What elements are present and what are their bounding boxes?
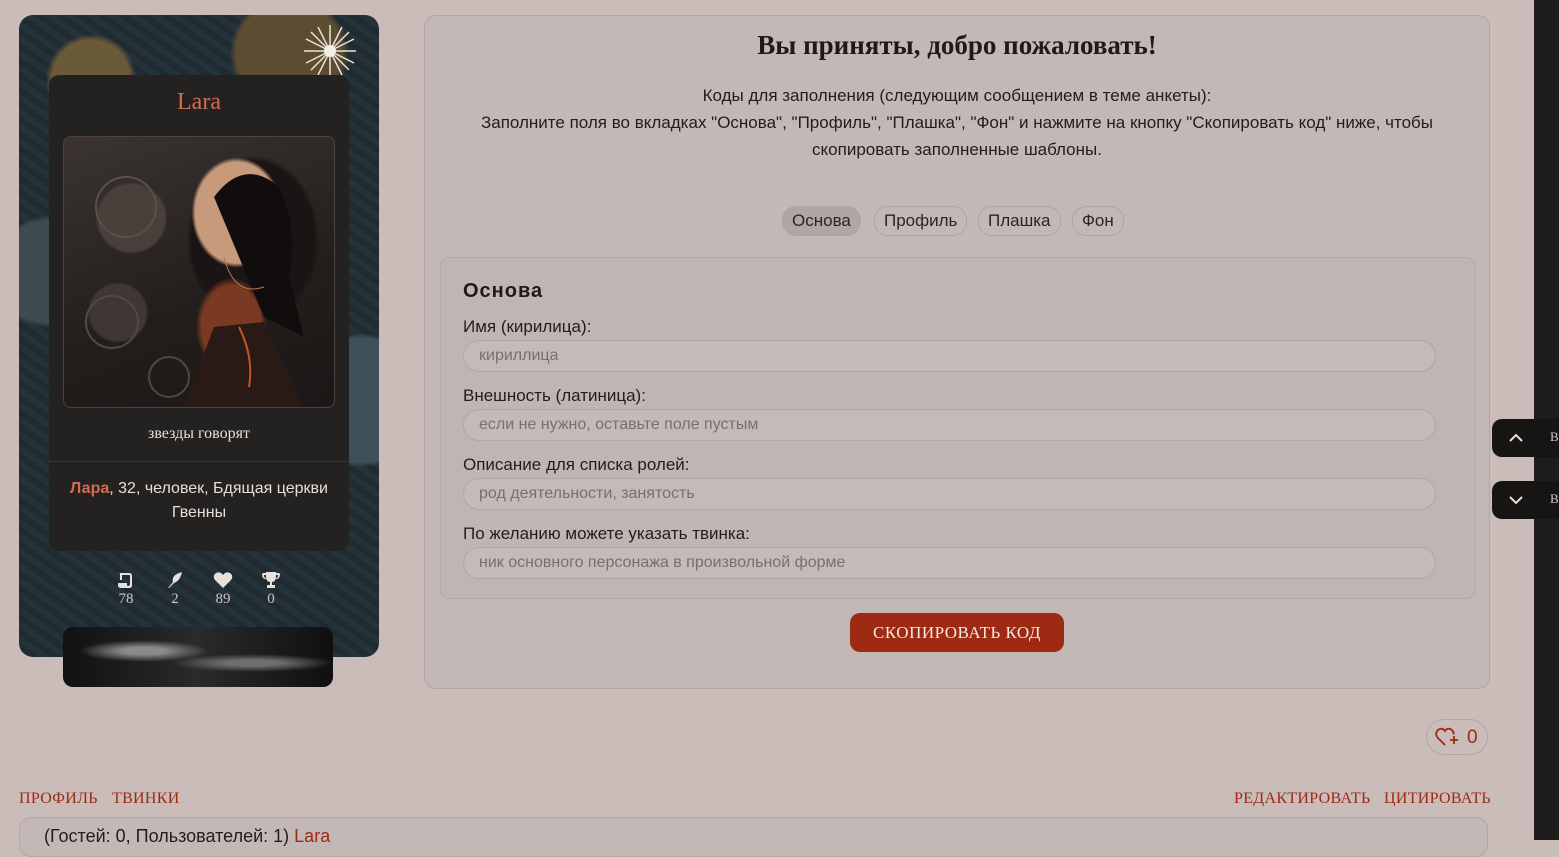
stat-awards-value: 0 — [267, 591, 275, 607]
profile-card: Lara звезды говорят Лара, 32, человек, Б… — [19, 15, 379, 657]
like-count: 0 — [1467, 727, 1478, 748]
name-field[interactable] — [463, 340, 1436, 372]
online-users-text: (Гостей: 0, Пользователей: 1) Lara — [44, 826, 330, 847]
scroll-up-button[interactable]: В — [1492, 419, 1559, 457]
online-user-link[interactable]: Lara — [294, 826, 330, 846]
appearance-field[interactable] — [463, 409, 1436, 441]
scroll-up-label: В — [1550, 429, 1559, 444]
stat-likes-value: 89 — [215, 591, 231, 607]
tab-fon[interactable]: Фон — [1072, 206, 1124, 236]
stat-quill: 2 — [155, 571, 195, 608]
post-intro: Коды для заполнения (следующим сообщение… — [445, 82, 1469, 163]
scroll-down-label: В — [1550, 491, 1559, 506]
profile-banner-image — [63, 627, 333, 687]
character-info-details: , 32, человек, Бдящая церкви Гвенны — [109, 480, 328, 521]
stat-posts: 78 — [106, 571, 146, 608]
intro-line-2: Заполните поля во вкладках "Основа", "Пр… — [480, 113, 1434, 159]
twink-field-label: По желанию можете указать твинка: — [463, 524, 750, 543]
avatar[interactable] — [63, 136, 335, 408]
character-info: Лара, 32, человек, Бдящая церкви Гвенны — [69, 477, 329, 525]
status-text: звезды говорят — [148, 425, 250, 442]
online-users-box: (Гостей: 0, Пользователей: 1) Lara — [19, 817, 1488, 857]
profile-inner-panel: Lara звезды говорят Лара, 32, человек, Б… — [49, 75, 349, 551]
twinks-link[interactable]: ТВИНКИ — [112, 790, 180, 808]
like-button[interactable]: 0 — [1426, 719, 1488, 755]
post-content: Вы приняты, добро пожаловать! Коды для з… — [424, 15, 1490, 689]
stat-posts-value: 78 — [118, 591, 134, 607]
online-users-count: (Гостей: 0, Пользователей: 1) — [44, 826, 295, 846]
appearance-field-label: Внешность (латиница): — [463, 386, 646, 405]
star-decoration-icon — [304, 25, 356, 77]
profile-link[interactable]: ПРОФИЛЬ — [19, 790, 98, 808]
profile-stats: 78 2 89 0 — [19, 571, 379, 621]
quote-link[interactable]: ЦИТИРОВАТЬ — [1384, 790, 1491, 808]
character-info-name[interactable]: Лара — [70, 480, 109, 497]
heart-icon — [213, 572, 233, 588]
role-description-field-label: Описание для списка ролей: — [463, 455, 690, 474]
avatar-portrait-icon — [85, 174, 304, 407]
character-name[interactable]: Lara — [49, 89, 349, 116]
trophy-icon — [262, 572, 280, 588]
tab-osnova[interactable]: Основа — [782, 206, 861, 236]
chevron-down-icon — [1509, 496, 1523, 505]
role-description-field[interactable] — [463, 478, 1436, 510]
edit-link[interactable]: РЕДАКТИРОВАТЬ — [1234, 790, 1370, 808]
intro-line-1: Коды для заполнения (следующим сообщение… — [702, 86, 1212, 105]
section-title: Основа — [463, 280, 544, 302]
copy-code-button[interactable]: СКОПИРОВАТЬ КОД — [850, 613, 1064, 652]
tab-bar: Основа Профиль Плашка Фон — [425, 206, 1489, 236]
stat-likes: 89 — [203, 571, 243, 608]
chevron-up-icon — [1509, 433, 1523, 442]
name-field-label: Имя (кирилица): — [463, 317, 592, 336]
twink-field[interactable] — [463, 547, 1436, 579]
quill-icon — [168, 572, 182, 588]
tab-profil[interactable]: Профиль — [874, 206, 968, 236]
stat-awards: 0 — [251, 571, 291, 608]
stat-quill-value: 2 — [171, 591, 179, 607]
divider — [49, 461, 349, 462]
form-panel: Основа Имя (кирилица): Внешность (латини… — [440, 257, 1476, 599]
scroll-icon — [118, 573, 132, 588]
scroll-down-button[interactable]: В — [1492, 481, 1559, 519]
tab-plashka[interactable]: Плашка — [978, 206, 1061, 236]
heart-plus-icon — [1435, 727, 1458, 746]
post-title: Вы приняты, добро пожаловать! — [757, 30, 1157, 60]
